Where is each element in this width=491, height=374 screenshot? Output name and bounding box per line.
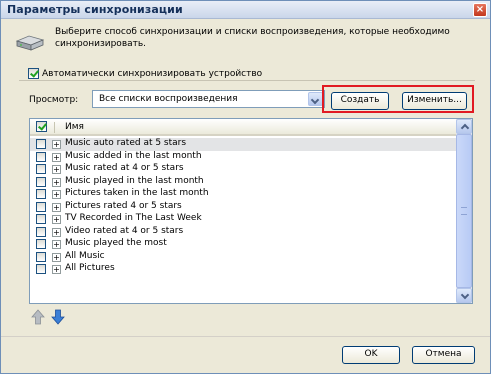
- move-down-arrow-icon[interactable]: [51, 309, 65, 325]
- header-separator: [54, 122, 55, 133]
- ok-button[interactable]: OK: [342, 346, 400, 364]
- expand-plus-icon[interactable]: +: [52, 215, 61, 224]
- move-up-arrow-icon[interactable]: [31, 309, 45, 325]
- row-name: TV Recorded in The Last Week: [65, 213, 202, 223]
- cancel-button[interactable]: Отмена: [412, 346, 475, 364]
- sync-settings-dialog: Параметры синхронизации × Выберите спосо…: [0, 0, 491, 374]
- row-name: Pictures taken in the last month: [65, 188, 209, 198]
- row-checkbox[interactable]: [36, 176, 46, 187]
- row-name: All Pictures: [65, 263, 115, 273]
- column-header-name[interactable]: Имя: [65, 122, 84, 132]
- row-name: Video rated at 4 or 5 stars: [65, 225, 184, 236]
- select-all-checkbox[interactable]: [36, 121, 47, 132]
- scroll-thumb[interactable]: [456, 134, 472, 288]
- row-name: Music rated at 4 or 5 stars: [65, 163, 184, 173]
- list-item[interactable]: + TV Recorded in The Last Week: [30, 213, 458, 226]
- list-item[interactable]: + Music played the most: [30, 238, 458, 251]
- list-item[interactable]: + All Music: [30, 251, 458, 264]
- group-frame: [19, 80, 475, 81]
- expand-plus-icon[interactable]: +: [52, 240, 61, 249]
- list-item[interactable]: + Video rated at 4 or 5 stars: [30, 226, 458, 239]
- view-select-value: Все списки воспроизведения: [99, 94, 238, 104]
- row-checkbox[interactable]: [36, 164, 46, 174]
- row-checkbox[interactable]: [36, 139, 46, 149]
- row-checkbox[interactable]: [36, 189, 46, 199]
- row-name: All Music: [65, 250, 105, 261]
- expand-plus-icon[interactable]: +: [52, 202, 61, 212]
- row-checkbox[interactable]: [36, 214, 46, 224]
- intro-text: Выберите способ синхронизации и списки в…: [55, 27, 450, 49]
- close-button[interactable]: ×: [473, 3, 487, 17]
- row-name: Pictures rated 4 or 5 stars: [65, 200, 182, 211]
- list-item[interactable]: + All Pictures: [30, 263, 458, 276]
- list-item[interactable]: + Music added in the last month: [30, 151, 458, 164]
- row-checkbox[interactable]: [36, 239, 46, 249]
- window-title: Параметры синхронизации: [7, 3, 183, 16]
- list-rows: + Music auto rated at 5 stars + Music added…: [30, 138, 458, 276]
- list-item[interactable]: + Music auto rated at 5 stars: [30, 138, 458, 151]
- expand-plus-icon[interactable]: +: [52, 190, 61, 199]
- expand-plus-icon[interactable]: +: [52, 265, 61, 274]
- row-name: Music auto rated at 5 stars: [65, 138, 187, 148]
- expand-plus-icon[interactable]: +: [52, 140, 61, 149]
- auto-sync-option[interactable]: Автоматически синхронизировать устройств…: [28, 68, 266, 79]
- create-button[interactable]: Создать: [331, 92, 389, 110]
- row-checkbox[interactable]: [36, 226, 46, 237]
- expand-plus-icon[interactable]: +: [52, 252, 61, 262]
- auto-sync-checkbox[interactable]: [28, 68, 39, 79]
- list-item[interactable]: + Music played in the last month: [30, 176, 458, 189]
- list-item[interactable]: + Pictures taken in the last month: [30, 188, 458, 201]
- view-label: Просмотр:: [29, 95, 79, 105]
- playlist-list[interactable]: Имя + Music auto rated at 5 stars + Music a…: [29, 118, 473, 304]
- chevron-down-icon[interactable]: [308, 92, 323, 106]
- row-name: Music played the most: [65, 238, 167, 248]
- list-header: Имя: [30, 119, 458, 136]
- list-item[interactable]: + Music rated at 4 or 5 stars: [30, 163, 458, 176]
- expand-plus-icon[interactable]: +: [52, 165, 61, 174]
- expand-plus-icon[interactable]: +: [52, 227, 61, 237]
- scroll-down-icon[interactable]: [456, 288, 472, 303]
- row-name: Music played in the last month: [65, 175, 204, 186]
- row-name: Music added in the last month: [65, 150, 202, 161]
- auto-sync-label: Автоматически синхронизировать устройств…: [42, 68, 263, 79]
- row-checkbox[interactable]: [36, 251, 46, 262]
- title-bar: Параметры синхронизации ×: [1, 1, 490, 19]
- view-select[interactable]: Все списки воспроизведения: [92, 90, 325, 108]
- row-checkbox[interactable]: [36, 264, 46, 274]
- edit-button[interactable]: Изменить...: [402, 92, 467, 110]
- portable-device-icon: [15, 35, 45, 51]
- expand-plus-icon[interactable]: +: [52, 152, 61, 162]
- expand-plus-icon[interactable]: +: [52, 177, 61, 187]
- vertical-scrollbar[interactable]: [456, 119, 472, 303]
- footer-separator: [1, 336, 490, 337]
- scroll-up-icon[interactable]: [456, 119, 472, 134]
- row-checkbox[interactable]: [36, 151, 46, 162]
- list-item[interactable]: + Pictures rated 4 or 5 stars: [30, 201, 458, 214]
- row-checkbox[interactable]: [36, 201, 46, 212]
